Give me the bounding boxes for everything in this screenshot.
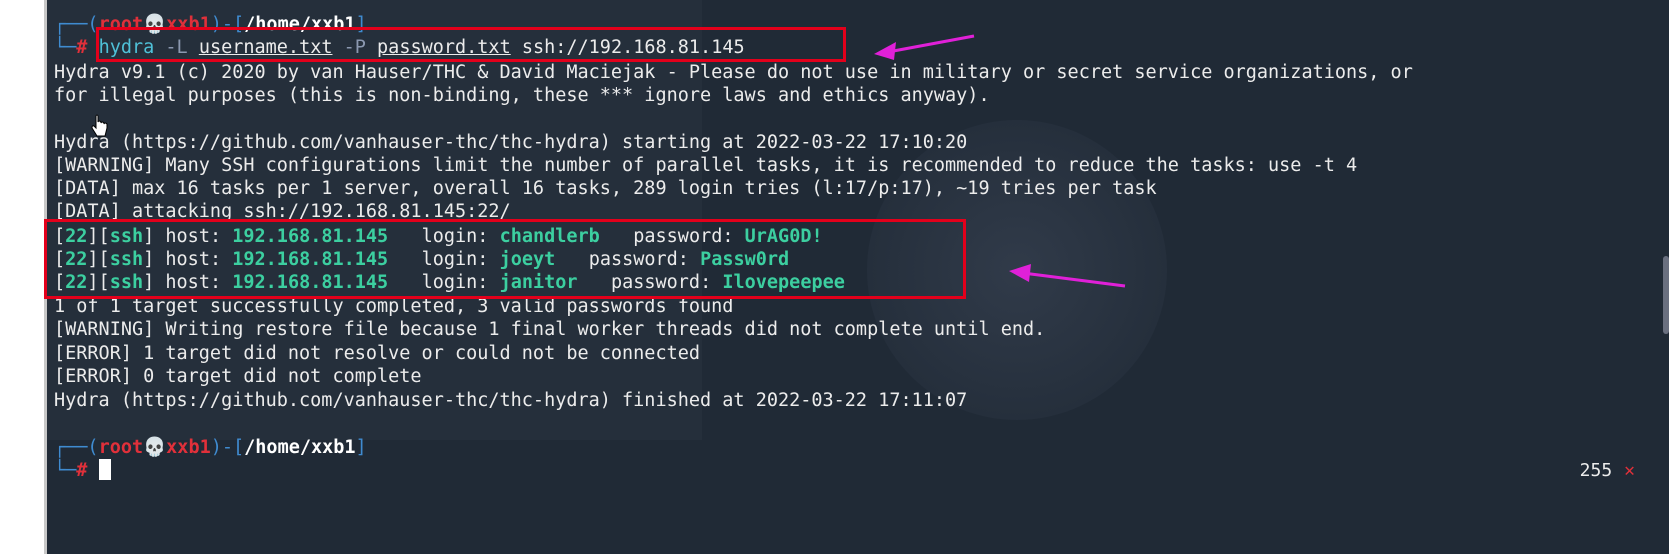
exit-status: 255 ✕ (1580, 460, 1635, 481)
hand-pointer-icon (91, 114, 108, 137)
text-cursor (98, 459, 111, 480)
input-line[interactable]: └─# (54, 459, 111, 482)
output-warning-2: [WARNING] Writing restore file because 1… (54, 319, 1046, 340)
prompt-symbol: # (76, 37, 88, 58)
output-finish: Hydra (https://github.com/vanhauser-thc/… (54, 390, 968, 411)
output-data-1: [DATA] max 16 tasks per 1 server, overal… (54, 178, 1157, 199)
annotation-arrow-icon (1009, 264, 1126, 288)
prompt-symbol: # (76, 460, 88, 481)
scrollbar-thumb[interactable] (1663, 256, 1669, 334)
prompt-line-2: ┌──(root💀xxb1)-[/home/xxb1] (54, 437, 367, 458)
annotation-arrow-icon (874, 34, 975, 60)
highlight-box-results (44, 219, 966, 299)
highlight-box-command (96, 27, 846, 62)
fail-icon: ✕ (1624, 460, 1635, 481)
prompt-user: root (98, 437, 144, 458)
exit-code: 255 (1579, 460, 1613, 481)
skull-icon: 💀 (143, 437, 167, 458)
output-error-1: [ERROR] 1 target did not resolve or coul… (54, 343, 701, 364)
output-error-2: [ERROR] 0 target did not complete (54, 366, 422, 387)
prompt-path: /home/xxb1 (244, 437, 356, 458)
output-warning-1: [WARNING] Many SSH configurations limit … (54, 155, 1358, 176)
output-banner-1: Hydra v9.1 (c) 2020 by van Hauser/THC & … (54, 62, 1413, 83)
left-window-edge (0, 0, 47, 554)
output-banner-2: for illegal purposes (this is non-bindin… (54, 85, 990, 106)
output-start: Hydra (https://github.com/vanhauser-thc/… (54, 132, 968, 153)
prompt-host: xxb1 (166, 437, 211, 458)
